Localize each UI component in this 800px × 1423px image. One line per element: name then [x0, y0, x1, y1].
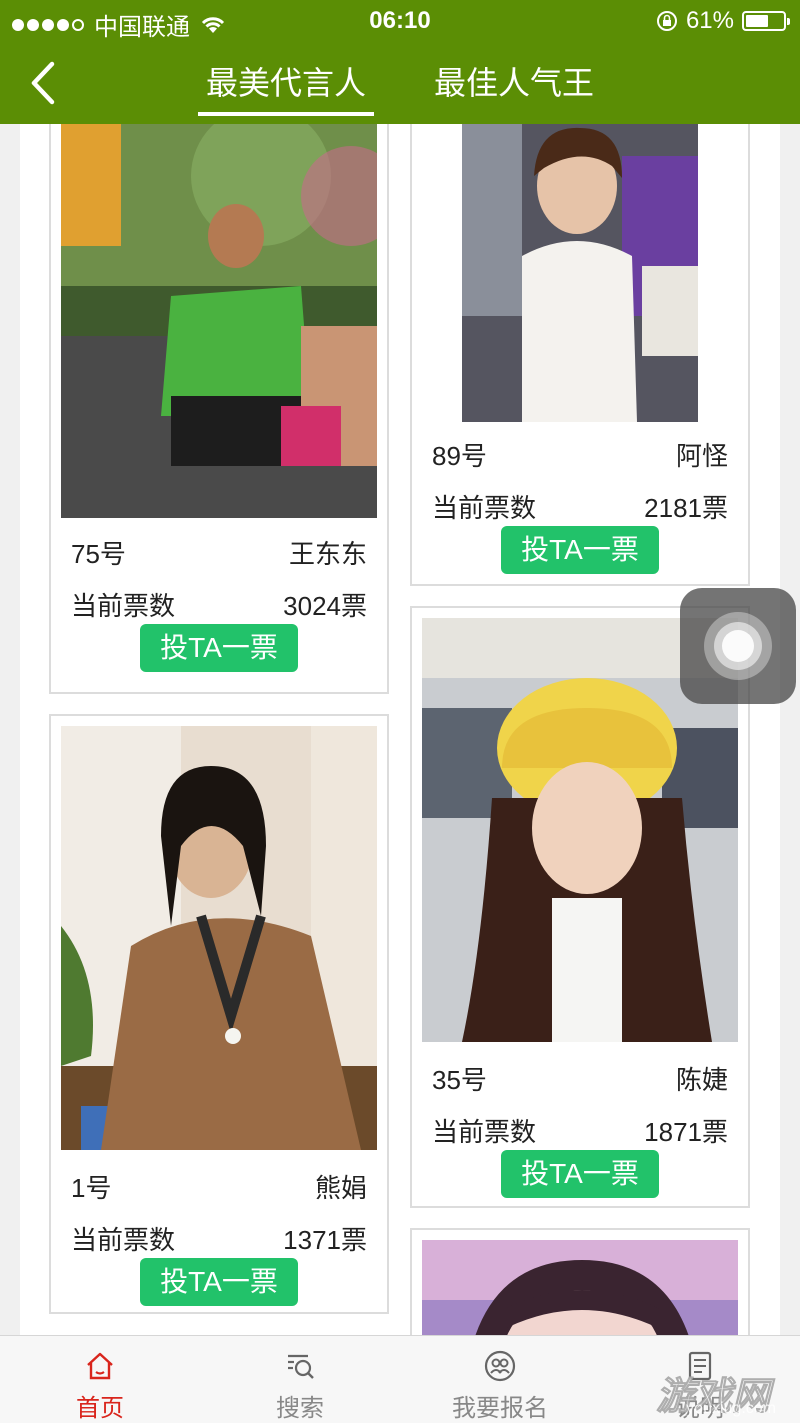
contestant-name: 王东东	[288, 539, 367, 569]
tab-home-label: 首页	[76, 1395, 124, 1422]
contestant-photo	[61, 726, 377, 1150]
vote-count: 1371票	[283, 1225, 367, 1255]
status-bar: 中国联通 06:10 61%	[0, 0, 800, 42]
home-icon	[87, 1352, 113, 1380]
contestant-name: 熊娟	[314, 1173, 367, 1203]
contestant-photo	[462, 124, 698, 422]
votes-label: 当前票数	[71, 591, 176, 621]
assistive-touch-button[interactable]	[680, 588, 796, 704]
vote-button[interactable]: 投TA一票	[140, 1258, 298, 1306]
vote-count: 3024票	[283, 591, 367, 621]
contestant-photo	[422, 1240, 738, 1335]
contestant-grid: 75号 王东东 当前票数 3024票 投TA一票 89号 阿怪 当前票数 218…	[20, 124, 780, 1335]
vote-button[interactable]: 投TA一票	[501, 526, 659, 574]
vote-count: 1871票	[644, 1117, 728, 1147]
votes-label: 当前票数	[71, 1225, 176, 1255]
vote-button[interactable]: 投TA一票	[501, 1150, 659, 1198]
contestant-card[interactable]: 1号 熊娟 当前票数 1371票 投TA一票	[49, 714, 389, 1314]
tab-most-popular[interactable]: 最佳人气王	[426, 60, 602, 116]
contestant-number: 89号	[432, 441, 487, 471]
tab-search-label: 搜索	[276, 1395, 324, 1422]
contestant-number: 35号	[432, 1065, 487, 1095]
contestant-number: 1号	[71, 1173, 112, 1203]
tab-register[interactable]: 我要报名	[400, 1336, 600, 1423]
votes-label: 当前票数	[432, 493, 537, 523]
contestant-number: 75号	[71, 539, 126, 569]
search-icon	[288, 1354, 314, 1379]
orientation-lock-icon	[656, 11, 677, 31]
vote-button[interactable]: 投TA一票	[140, 624, 298, 672]
chevron-left-icon	[31, 61, 55, 105]
contestant-name: 阿怪	[675, 441, 728, 471]
people-icon	[484, 1350, 516, 1382]
contestant-card[interactable]: 89号 阿怪 当前票数 2181票 投TA一票	[410, 124, 750, 586]
vote-count: 2181票	[644, 493, 728, 523]
battery-icon	[742, 11, 790, 31]
tab-register-label: 我要报名	[452, 1395, 548, 1422]
battery-percent: 61%	[685, 7, 734, 34]
votes-label: 当前票数	[432, 1117, 537, 1147]
tab-search[interactable]: 搜索	[200, 1336, 400, 1423]
contestant-name: 陈婕	[675, 1065, 728, 1095]
tab-home[interactable]: 首页	[0, 1336, 200, 1423]
contestant-photo	[61, 124, 377, 518]
tab-best-spokesperson[interactable]: 最美代言人	[198, 60, 374, 116]
header: 中国联通 06:10 61% 最美代言人 最佳人气王	[0, 0, 800, 124]
watermark-url: youxiug.com	[686, 1400, 776, 1417]
back-button[interactable]	[22, 58, 66, 108]
contestant-card[interactable]: 75号 王东东 当前票数 3024票 投TA一票	[49, 124, 389, 694]
contestant-card[interactable]	[410, 1228, 750, 1335]
